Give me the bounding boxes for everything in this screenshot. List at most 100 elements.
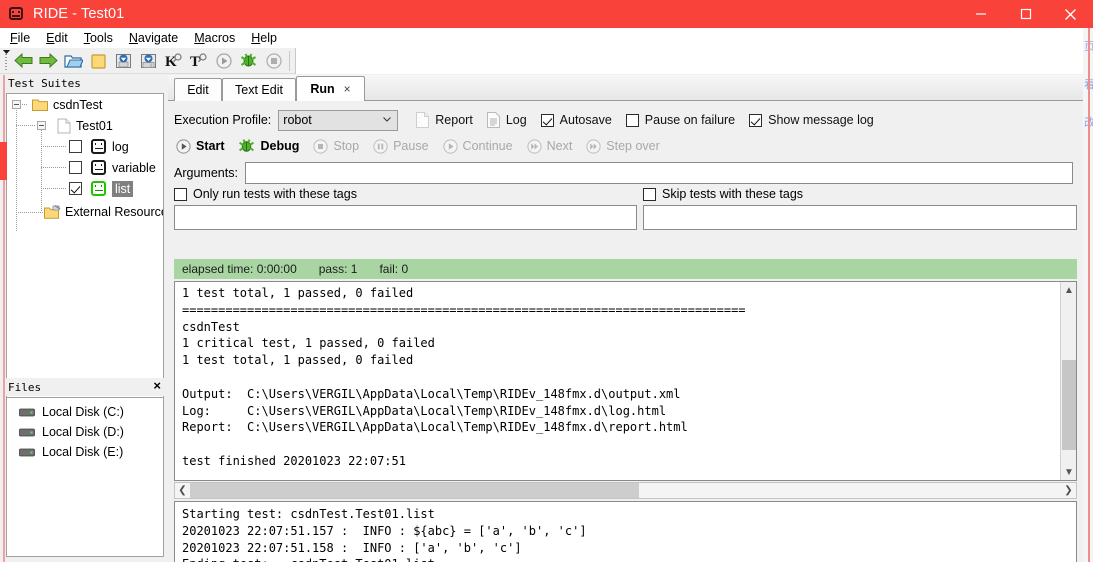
pause-on-failure-label: Pause on failure xyxy=(644,113,736,127)
arguments-label: Arguments: xyxy=(174,166,238,180)
autosave-checkbox[interactable]: Autosave xyxy=(540,113,612,127)
scroll-up-icon[interactable]: ▲ xyxy=(1061,282,1076,298)
log-button-label: Log xyxy=(505,113,527,127)
console-output[interactable]: 1 test total, 1 passed, 0 failed =======… xyxy=(174,281,1077,481)
tab-run[interactable]: Run × xyxy=(296,76,365,101)
tab-label: Edit xyxy=(187,83,209,97)
stop-button[interactable]: Stop xyxy=(313,138,359,154)
message-log[interactable]: Starting test: csdnTest.Test01.list 2020… xyxy=(174,501,1077,562)
scrollbar-thumb[interactable] xyxy=(1062,360,1076,450)
scroll-right-icon[interactable]: ❯ xyxy=(1061,484,1076,498)
pause-button[interactable]: Pause xyxy=(373,138,429,154)
list-item-label: Local Disk (C:) xyxy=(42,405,124,419)
list-item[interactable]: Local Disk (C:) xyxy=(7,402,163,422)
toolbar-grip[interactable] xyxy=(2,49,11,72)
tree-item-external-resources[interactable]: External Resources xyxy=(7,201,163,222)
pause-on-failure-checkbox[interactable]: Pause on failure xyxy=(625,113,736,127)
tree-item-log[interactable]: log xyxy=(7,136,163,157)
arguments-input[interactable] xyxy=(244,162,1073,184)
next-button[interactable]: Next xyxy=(526,138,573,154)
open-folder-icon[interactable] xyxy=(61,49,86,73)
next-label: Next xyxy=(546,139,573,153)
save-icon[interactable] xyxy=(111,49,136,73)
scroll-down-icon[interactable]: ▼ xyxy=(1061,464,1076,480)
new-folder-icon[interactable] xyxy=(86,49,111,73)
console-output-text: 1 test total, 1 passed, 0 failed =======… xyxy=(182,286,746,468)
continue-button[interactable]: Continue xyxy=(442,138,513,154)
document-icon xyxy=(57,118,71,134)
log-lines-icon xyxy=(486,112,500,128)
tree-item-label: csdnTest xyxy=(53,97,103,112)
tab-text-edit[interactable]: Text Edit xyxy=(222,78,296,101)
checkbox-box xyxy=(643,187,656,201)
pause-label: Pause xyxy=(393,139,429,153)
tree-item-variable[interactable]: variable xyxy=(7,157,163,178)
forward-arrow-icon[interactable] xyxy=(36,49,61,73)
save-all-icon[interactable] xyxy=(136,49,161,73)
files-close-icon[interactable]: × xyxy=(153,379,161,393)
test-suites-title: Test Suites xyxy=(8,77,81,90)
debug-label: Debug xyxy=(260,139,300,153)
run-panel: Execution Profile: robot Report Log Auto… xyxy=(168,101,1083,562)
menu-edit[interactable]: Edit xyxy=(46,31,68,45)
log-button[interactable]: Log xyxy=(486,112,527,128)
minimize-icon[interactable] xyxy=(958,0,1003,28)
window-controls xyxy=(958,0,1093,28)
robot-icon xyxy=(91,139,106,154)
step-over-button[interactable]: Step over xyxy=(586,138,660,154)
fail-count: fail: 0 xyxy=(379,262,409,276)
menu-macros[interactable]: Macros xyxy=(194,31,235,45)
debug-bug-icon[interactable] xyxy=(236,49,261,73)
menu-tools[interactable]: Tools xyxy=(84,31,113,45)
autosave-label: Autosave xyxy=(559,113,612,127)
window-edge-right xyxy=(1088,28,1090,562)
console-horizontal-scrollbar[interactable]: ❮ ❯ xyxy=(174,482,1077,499)
only-run-tags-checkbox[interactable]: Only run tests with these tags xyxy=(174,187,357,201)
menu-navigate[interactable]: Navigate xyxy=(129,31,178,45)
window-edge-accent xyxy=(0,142,7,180)
stop-icon[interactable] xyxy=(261,49,286,73)
debug-button[interactable]: Debug xyxy=(238,138,299,154)
collapse-icon[interactable] xyxy=(37,121,46,130)
close-icon[interactable] xyxy=(1048,0,1093,28)
tree-item-csdntest[interactable]: csdnTest xyxy=(7,94,163,115)
window-title: RIDE - Test01 xyxy=(33,6,125,22)
maximize-icon[interactable] xyxy=(1003,0,1048,28)
menu-help[interactable]: Help xyxy=(251,31,277,45)
only-run-tags-label: Only run tests with these tags xyxy=(193,187,357,201)
skip-tags-checkbox[interactable]: Skip tests with these tags xyxy=(643,187,803,201)
report-button[interactable]: Report xyxy=(416,112,473,128)
scroll-left-icon[interactable]: ❮ xyxy=(175,484,190,498)
list-item[interactable]: Local Disk (D:) xyxy=(7,422,163,442)
collapse-icon[interactable] xyxy=(12,100,21,109)
files-list[interactable]: Local Disk (C:) Local Disk (D:) Local Di… xyxy=(6,397,164,557)
show-message-log-checkbox[interactable]: Show message log xyxy=(749,113,874,127)
skip-tags-input[interactable] xyxy=(643,205,1077,230)
tab-close-icon[interactable]: × xyxy=(344,82,351,96)
tab-edit[interactable]: Edit xyxy=(174,78,222,101)
play-circle-icon xyxy=(442,138,458,154)
tree-item-list[interactable]: list xyxy=(7,178,163,199)
tree-item-label: variable xyxy=(112,160,156,175)
play-circle-icon xyxy=(176,138,191,154)
toolbar-empty-area xyxy=(295,47,1093,74)
search-keyword-icon[interactable]: K xyxy=(161,49,186,73)
start-button[interactable]: Start xyxy=(176,138,224,154)
run-icon[interactable] xyxy=(211,49,236,73)
next-circle-icon xyxy=(526,138,542,154)
only-run-tags-input[interactable] xyxy=(174,205,637,230)
search-test-icon[interactable]: T xyxy=(186,49,211,73)
tree-checkbox[interactable] xyxy=(69,182,82,195)
tree-checkbox[interactable] xyxy=(69,161,82,174)
robot-icon xyxy=(91,160,106,175)
tree-checkbox[interactable] xyxy=(69,140,82,153)
menu-file[interactable]: File xyxy=(10,31,30,45)
back-arrow-icon[interactable] xyxy=(11,49,36,73)
execution-profile-select[interactable]: robot xyxy=(278,109,399,131)
scrollbar-thumb[interactable] xyxy=(190,483,639,498)
title-bar: RIDE - Test01 xyxy=(0,0,1093,28)
tree-item-test01[interactable]: Test01 xyxy=(7,115,163,136)
console-vertical-scrollbar[interactable]: ▲ ▼ xyxy=(1060,282,1076,480)
list-item[interactable]: Local Disk (E:) xyxy=(7,442,163,462)
report-page-icon xyxy=(416,112,430,128)
